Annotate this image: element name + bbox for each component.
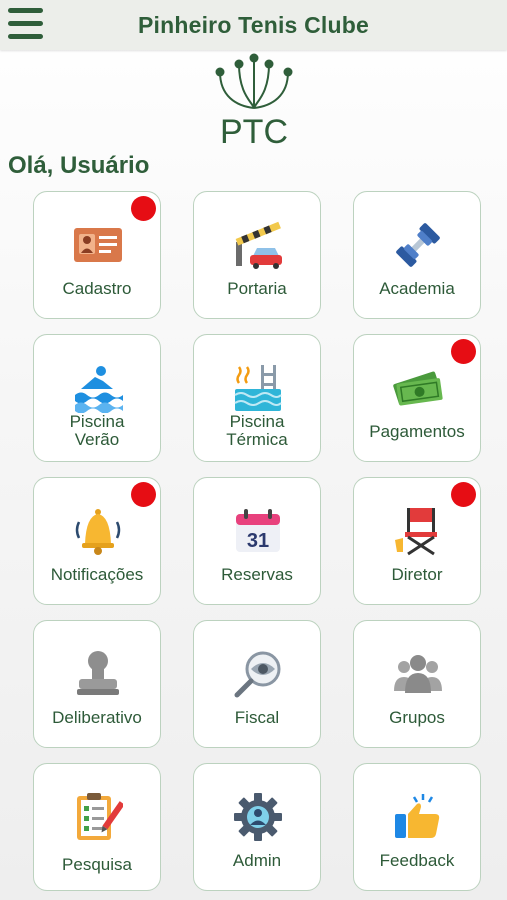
tile-academia[interactable]: Academia [353, 191, 481, 319]
dumbbell-icon [396, 223, 440, 267]
heated-pool-icon [234, 365, 282, 411]
tile-label: Pagamentos [369, 422, 465, 441]
tile-label: Feedback [379, 851, 455, 870]
tile-label: Diretor [391, 565, 443, 584]
notification-badge [451, 339, 476, 364]
tile-portaria[interactable]: Portaria [193, 191, 321, 319]
top-app-bar: Pinheiro Tenis Clube [0, 0, 507, 50]
tile-grupos[interactable]: Grupos [353, 620, 481, 748]
tile-deliberativo[interactable]: Deliberativo [33, 620, 161, 748]
magnifier-eye-icon [234, 651, 281, 698]
tile-label: Academia [379, 279, 455, 298]
notification-badge [131, 196, 156, 221]
tile-label: Notificações [50, 565, 144, 584]
tile-label-line1: Piscina [69, 412, 125, 431]
club-logo: PTC [215, 53, 293, 148]
swimmer-icon [75, 366, 123, 413]
tile-piscina-termica[interactable]: Piscina Térmica [193, 334, 321, 462]
thumbs-up-icon [395, 794, 440, 838]
tile-label: Pesquisa [62, 855, 132, 874]
money-icon [393, 371, 443, 406]
tile-label: Admin [232, 851, 282, 870]
tile-cadastro[interactable]: Cadastro [33, 191, 161, 319]
calendar-icon: 31 [236, 509, 280, 552]
tile-reservas[interactable]: 31 Reservas [193, 477, 321, 605]
notification-badge [131, 482, 156, 507]
id-card-icon [74, 228, 122, 262]
calendar-day: 31 [247, 530, 269, 552]
gate-car-icon [235, 221, 282, 269]
stamp-icon [77, 651, 119, 695]
checklist-icon [77, 793, 123, 840]
tile-pesquisa[interactable]: Pesquisa [33, 763, 161, 891]
logo-text: PTC [220, 113, 288, 148]
tile-fiscal[interactable]: Fiscal [193, 620, 321, 748]
director-chair-icon [395, 508, 437, 556]
tile-feedback[interactable]: Feedback [353, 763, 481, 891]
tile-label: Cadastro [62, 279, 132, 298]
greeting-text: Olá, Usuário [8, 152, 150, 179]
tile-pagamentos[interactable]: Pagamentos [353, 334, 481, 462]
app-title: Pinheiro Tenis Clube [137, 12, 370, 38]
tile-label-line2: Verão [74, 430, 120, 449]
tile-notificacoes[interactable]: Notificações [33, 477, 161, 605]
bell-icon [75, 509, 121, 555]
notification-badge [451, 482, 476, 507]
tile-label: Deliberativo [52, 708, 142, 727]
admin-gear-icon [234, 793, 282, 841]
tile-admin[interactable]: Admin [193, 763, 321, 891]
tile-diretor[interactable]: Diretor [353, 477, 481, 605]
tile-piscina-verao[interactable]: Piscina Verão [33, 334, 161, 462]
group-icon [394, 655, 442, 693]
tile-label: Reservas [221, 565, 293, 584]
tile-label-line1: Piscina [229, 412, 285, 431]
tile-label: Fiscal [234, 708, 280, 727]
tile-label-line2: Térmica [226, 430, 288, 449]
tile-label: Grupos [389, 708, 445, 727]
tile-label: Portaria [227, 279, 287, 298]
